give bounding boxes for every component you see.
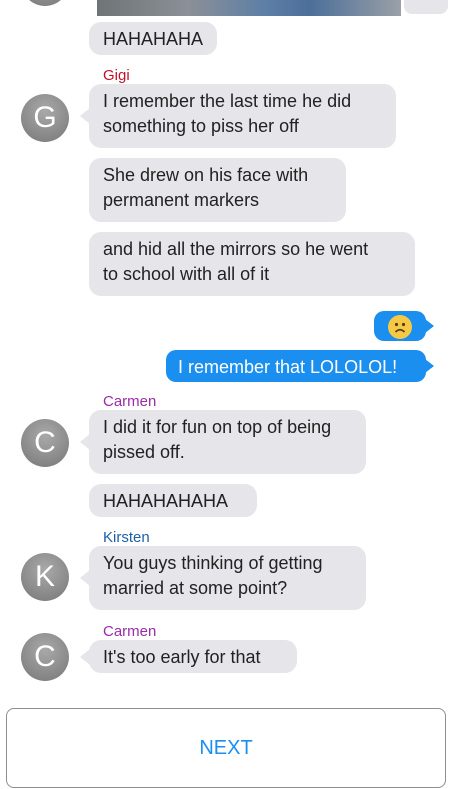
avatar: K bbox=[21, 553, 69, 601]
sent-message-bubble: I remember that LOLOLOL! bbox=[166, 350, 434, 382]
avatar: G bbox=[21, 94, 69, 142]
avatar bbox=[21, 0, 69, 6]
sender-name: Carmen bbox=[103, 393, 157, 410]
avatar: C bbox=[21, 419, 69, 467]
message-bubble: and hid all the mirrors so he went to sc… bbox=[89, 232, 415, 296]
avatar: C bbox=[21, 633, 69, 681]
next-button[interactable]: NEXT bbox=[6, 708, 446, 788]
sender-name: Kirsten bbox=[103, 529, 150, 546]
message-bubble: She drew on his face with permanent mark… bbox=[89, 158, 346, 222]
shared-photo[interactable] bbox=[97, 0, 401, 16]
sender-name: Gigi bbox=[103, 67, 130, 84]
message-bubble: I remember the last time he did somethin… bbox=[80, 84, 396, 148]
message-bubble: I did it for fun on top of being pissed … bbox=[80, 410, 366, 474]
message-bubble: HAHAHAHAHA bbox=[89, 484, 257, 517]
sent-message-bubble bbox=[374, 311, 434, 341]
sender-name: Carmen bbox=[103, 623, 157, 640]
frowning-face-icon bbox=[388, 315, 412, 340]
message-bubble: It's too early for that bbox=[80, 640, 297, 673]
message-bubble bbox=[404, 0, 448, 14]
message-bubble: You guys thinking of getting married at … bbox=[80, 546, 366, 610]
message-bubble: HAHAHAHA bbox=[89, 22, 218, 55]
